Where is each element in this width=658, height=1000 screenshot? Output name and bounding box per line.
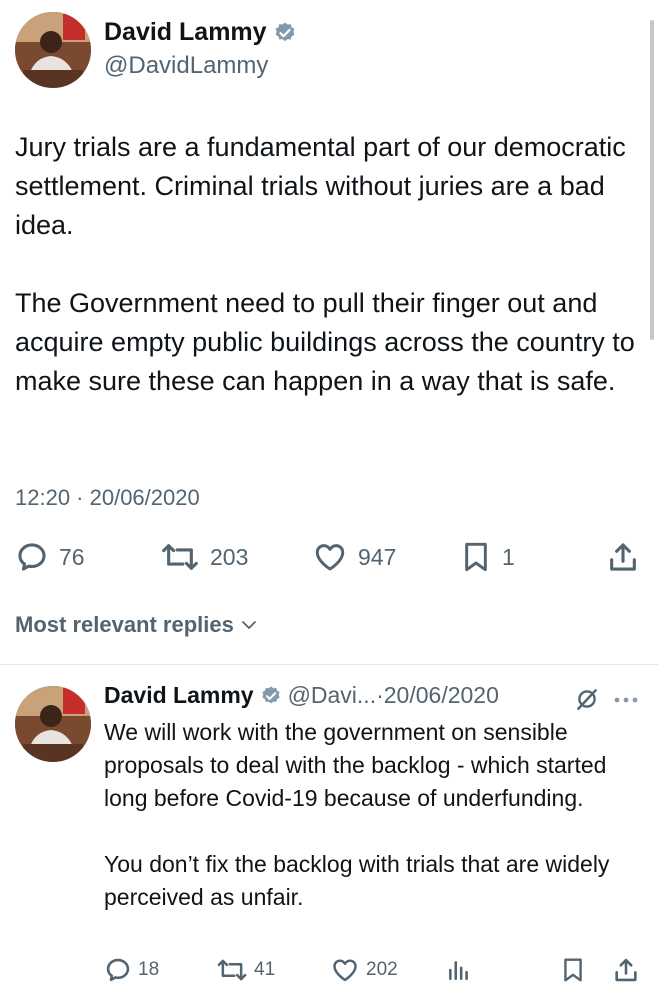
reply-button[interactable]: 18 <box>104 952 159 988</box>
bookmark-icon <box>465 542 487 572</box>
tweet-actions: 76 203 947 1 <box>0 535 658 579</box>
reply-author-name[interactable]: David Lammy <box>104 682 254 709</box>
bookmark-button[interactable]: 1 <box>460 535 515 579</box>
share-icon <box>615 958 637 982</box>
chevron-down-icon <box>241 621 256 629</box>
share-button[interactable] <box>606 535 640 579</box>
share-icon <box>610 543 636 571</box>
repost-button[interactable]: 41 <box>216 952 275 988</box>
reply-tweet[interactable]: David Lammy @Davi... · 20/06/2020 We wil… <box>0 666 658 1000</box>
verified-badge-icon <box>261 685 280 703</box>
bookmark-button[interactable] <box>560 952 586 988</box>
reply-paragraph: We will work with the government on sens… <box>104 719 607 811</box>
like-count: 202 <box>366 959 398 980</box>
bookmark-icon <box>564 958 582 982</box>
tweet-paragraph: Jury trials are a fundamental part of ou… <box>15 132 626 240</box>
reply-header: David Lammy @Davi... · 20/06/2020 <box>104 682 499 709</box>
tweet-text: Jury trials are a fundamental part of ou… <box>15 128 645 440</box>
reply-date[interactable]: 20/06/2020 <box>384 682 499 709</box>
reply-icon <box>18 543 46 571</box>
views-icon <box>449 961 468 980</box>
more-icon[interactable] <box>612 690 640 710</box>
avatar[interactable] <box>15 686 91 762</box>
like-icon <box>333 959 357 982</box>
like-icon <box>315 544 345 571</box>
reply-count: 18 <box>138 959 160 980</box>
reply-text: We will work with the government on sens… <box>104 716 644 947</box>
tweet-paragraph: The Government need to pull their finger… <box>15 288 635 396</box>
replies-sort-label: Most relevant replies <box>15 612 234 637</box>
like-button[interactable]: 202 <box>330 952 398 988</box>
repost-count: 41 <box>254 959 276 980</box>
divider <box>0 664 658 665</box>
main-tweet: David Lammy @DavidLammy Jury trials are … <box>0 0 658 660</box>
repost-count: 203 <box>210 543 249 570</box>
repost-button[interactable]: 203 <box>160 535 248 579</box>
reply-author-handle[interactable]: @Davi... <box>288 682 377 709</box>
like-button[interactable]: 947 <box>312 535 396 579</box>
meta-separator: · <box>376 682 384 708</box>
repost-icon <box>217 959 247 981</box>
views-button[interactable] <box>446 952 472 988</box>
share-button[interactable] <box>612 952 640 988</box>
reply-icon <box>106 958 130 982</box>
like-count: 947 <box>358 543 397 570</box>
bookmark-count: 1 <box>502 543 515 570</box>
reply-count: 76 <box>59 543 85 570</box>
tweet-timestamp[interactable]: 12:20 · 20/06/2020 <box>15 485 200 511</box>
author-name[interactable]: David Lammy <box>104 18 297 47</box>
verified-badge-icon <box>275 22 294 41</box>
author-handle[interactable]: @DavidLammy <box>104 52 268 80</box>
avatar[interactable] <box>15 12 91 88</box>
replies-sort-dropdown[interactable]: Most relevant replies <box>15 612 258 638</box>
reply-actions: 18 41 202 <box>0 952 658 988</box>
reply-paragraph: You don’t fix the backlog with trials th… <box>104 851 610 910</box>
grok-icon[interactable] <box>574 686 600 712</box>
reply-button[interactable]: 76 <box>15 535 85 579</box>
repost-icon <box>162 544 198 570</box>
